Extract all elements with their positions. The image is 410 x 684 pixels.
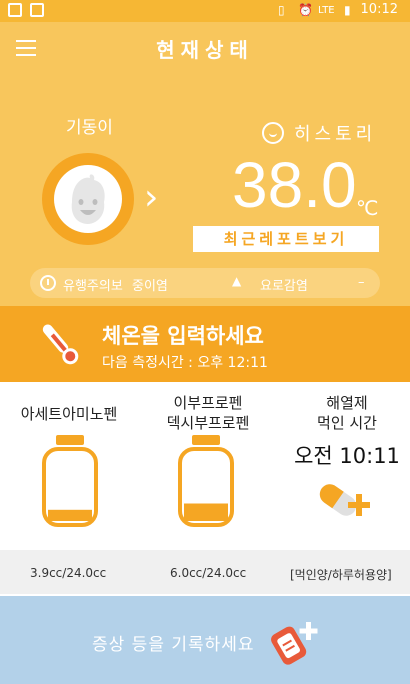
- medicine-name-ibuprofen: 이부프로펜 덱시부프로펜: [150, 393, 266, 433]
- alert-bar[interactable]: 유행주의보 중이염 ▲ 요로감염 –: [30, 268, 380, 298]
- medicine-name-line: 덱시부프로펜: [166, 414, 250, 432]
- next-measure-time: 다음 측정시간 : 오후 12:11: [102, 355, 268, 371]
- lte-signal-icon: LTE: [318, 5, 335, 16]
- antipyretic-label-line: 먹인 시간: [317, 414, 377, 432]
- input-title: 체온을 입력하세요: [102, 324, 264, 348]
- ibuprofen-bottle-icon[interactable]: [174, 433, 238, 529]
- flu-alert-status: 중이염: [132, 279, 168, 294]
- acetaminophen-dose: 3.9cc/24.0cc: [30, 566, 107, 580]
- baby-face-icon: [71, 174, 105, 224]
- chevron-right-icon[interactable]: ›: [144, 180, 158, 216]
- antipyretic-label-line: 해열제: [326, 394, 368, 412]
- acetaminophen-bottle-icon[interactable]: [38, 433, 102, 529]
- antipyretic-time-label: 해열제 먹인 시간: [292, 393, 402, 433]
- uti-alert-status: –: [358, 275, 365, 290]
- dose-summary-row: 3.9cc/24.0cc 6.0cc/24.0cc [먹인양/하루허용양]: [0, 550, 410, 594]
- child-name: 기동이: [66, 118, 113, 138]
- ibuprofen-dose: 6.0cc/24.0cc: [170, 566, 247, 580]
- history-label: 히스토리: [294, 124, 377, 145]
- page-title: 현재상태: [156, 38, 254, 62]
- last-dose-time: 오전 10:11: [294, 444, 400, 468]
- dose-legend: [먹인양/하루허용양]: [290, 568, 392, 582]
- history-icon: [262, 122, 284, 144]
- history-button[interactable]: 히스토리: [262, 120, 376, 146]
- vibrate-icon: ▯: [278, 3, 285, 17]
- add-dose-pill-icon[interactable]: [314, 476, 372, 526]
- battery-icon: ▮: [344, 3, 351, 17]
- clock: 10:12: [360, 2, 398, 17]
- temperature-value: 38.0: [232, 149, 357, 221]
- triangle-up-icon: ▲: [232, 274, 242, 288]
- flu-alert-label: 유행주의보: [63, 279, 123, 294]
- uti-alert-label: 요로감염: [260, 279, 308, 294]
- temperature-unit: ℃: [356, 196, 379, 220]
- medicine-name-line: 이부프로펜: [173, 394, 243, 412]
- status-bar: ▯ ⏰ LTE ▮ 10:12: [0, 0, 410, 22]
- image-notification-icon: [30, 3, 44, 17]
- thermometer-icon: [42, 324, 79, 365]
- app-notification-icon: [8, 3, 22, 17]
- alarm-icon: ⏰: [298, 3, 313, 17]
- add-symptom-icon[interactable]: [268, 618, 320, 668]
- alert-icon: [40, 275, 56, 291]
- medicine-name-acetaminophen: 아세트아미노펜: [20, 405, 118, 423]
- recent-report-button[interactable]: 최근레포트보기: [193, 226, 379, 252]
- symptom-label: 증상 등을 기록하세요: [92, 635, 255, 655]
